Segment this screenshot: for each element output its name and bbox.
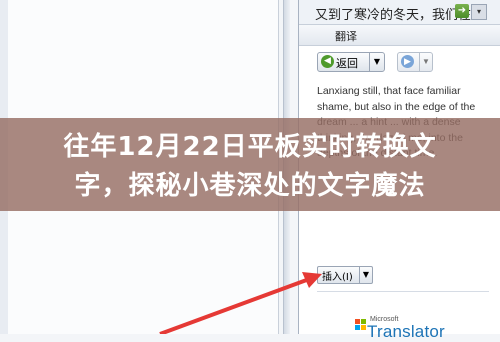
search-bar: 又到了寒冷的冬天，我们在 ➜ ▾	[299, 0, 500, 25]
insert-button[interactable]: 插入(I) ▼	[317, 266, 373, 284]
forward-arrow-icon: ▶	[401, 55, 414, 68]
title-banner: 往年12月22日平板实时转换文 字，探秘小巷深处的文字魔法	[0, 118, 500, 211]
back-button-label: 返回	[336, 57, 358, 70]
navigation-toolbar: ◀ 返回 ▼ ▶ ▼	[299, 50, 500, 74]
chevron-down-icon[interactable]: ▼	[369, 53, 384, 71]
chevron-down-icon[interactable]: ▼	[359, 267, 372, 283]
search-menu-button[interactable]: ▾	[471, 4, 487, 20]
translate-section-header[interactable]: 翻译	[299, 25, 500, 46]
search-go-button[interactable]: ➜	[455, 4, 469, 18]
search-input[interactable]: 又到了寒冷的冬天，我们在	[315, 4, 471, 23]
brand-translator: Translator	[367, 322, 445, 341]
back-arrow-icon: ◀	[321, 55, 334, 68]
forward-button[interactable]: ▶ ▼	[397, 52, 433, 72]
banner-title-line-2: 字，探秘小巷深处的文字魔法	[74, 171, 426, 201]
banner-title-line-1: 往年12月22日平板实时转换文	[63, 132, 437, 162]
chevron-down-icon[interactable]: ▼	[419, 53, 432, 71]
microsoft-logo-icon	[355, 319, 367, 331]
section-title: 翻译	[335, 30, 357, 43]
divider	[317, 291, 489, 292]
insert-button-label: 插入(I)	[322, 272, 353, 283]
back-button[interactable]: ◀ 返回 ▼	[317, 52, 385, 72]
